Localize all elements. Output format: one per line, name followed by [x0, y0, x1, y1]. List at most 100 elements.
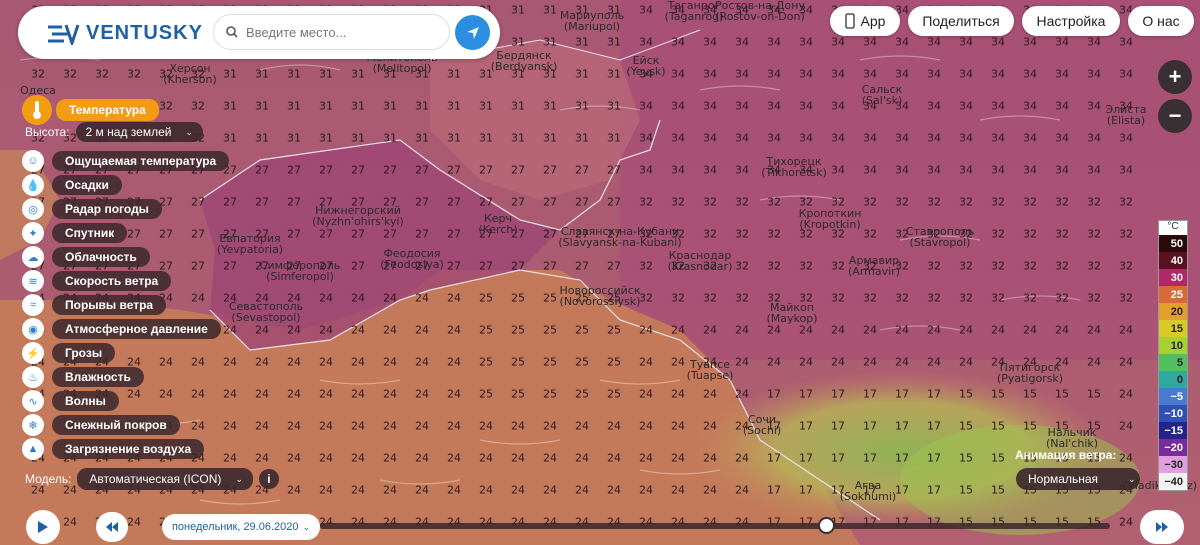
city-label[interactable]: Славянск-на-Кубани (Slavyansk-na-Kubani) [558, 226, 681, 248]
layer-item-label: Ощущаемая температура [52, 151, 230, 171]
city-label[interactable]: Бердянск (Berdyansk) [491, 50, 558, 72]
chevron-down-icon: ⌄ [302, 521, 311, 532]
satellite-icon: ✦ [22, 222, 44, 244]
city-latin-name: (Berdyansk) [490, 60, 558, 73]
settings-button[interactable]: Настройка [1022, 6, 1120, 36]
city-latin-name: (Slavyansk-na-Kubani) [558, 236, 682, 249]
timeline-track[interactable] [320, 523, 1110, 529]
city-latin-name: (Elista) [1106, 114, 1146, 127]
city-label[interactable]: Севастополь (Sevastopol) [229, 301, 303, 323]
step-forward-button[interactable] [1140, 510, 1184, 544]
city-label[interactable]: Туапсе (Tuapse) [687, 359, 734, 381]
timeline-thumb[interactable] [818, 517, 835, 534]
model-select[interactable]: Автоматическая (ICON) ⌄ [77, 468, 253, 490]
about-button-label: О нас [1142, 13, 1180, 29]
city-label[interactable]: Сочи (Sochi) [743, 414, 781, 436]
info-icon[interactable]: i [258, 469, 279, 489]
wind-icon: ≋ [22, 270, 44, 292]
share-button[interactable]: Поделиться [908, 6, 1014, 36]
city-label[interactable]: Кропоткин (Kropotkin) [799, 208, 862, 230]
legend-cell: 15 [1159, 320, 1187, 337]
locate-button[interactable] [455, 15, 490, 50]
legend-cell: 40 [1159, 252, 1187, 269]
city-latin-name: (Yeysk) [626, 65, 666, 78]
layer-item-label: Облачность [52, 247, 150, 267]
city-label[interactable]: Керч (Kerch) [478, 213, 517, 235]
layer-item-10[interactable]: ∿ Волны [22, 390, 119, 412]
height-select[interactable]: 2 м над землей ⌄ [75, 122, 203, 142]
legend-cell: −30 [1159, 456, 1187, 473]
snowflake-icon: ❄ [22, 414, 44, 436]
city-label[interactable]: Ростов-на-Дону (Rostov-on-Don) [715, 0, 805, 22]
layer-item-9[interactable]: ♨ Влажность [22, 366, 144, 388]
search-box[interactable] [213, 14, 450, 50]
date-select[interactable]: понедельник, 29.06.2020 ⌄ [162, 514, 320, 540]
phone-icon [844, 13, 855, 29]
humidity-icon: ♨ [22, 366, 44, 388]
pressure-icon: ◉ [22, 318, 44, 340]
city-label[interactable]: Херсон (Kherson) [163, 63, 217, 85]
city-latin-name: (Kherson) [163, 73, 217, 86]
layer-item-11[interactable]: ❄ Снежный покров [22, 414, 180, 436]
legend-cell: −10 [1159, 405, 1187, 422]
legend-cell: 0 [1159, 371, 1187, 388]
app-button[interactable]: App [830, 6, 900, 36]
zoom-out-button[interactable]: − [1158, 99, 1192, 133]
model-value: Автоматическая (ICON) [89, 472, 222, 486]
layer-item-7[interactable]: ◉ Атмосферное давление [22, 318, 221, 340]
layer-item-0[interactable]: ☺ Ощущаемая температура [22, 150, 230, 172]
wind-gust-icon: ≈ [22, 294, 44, 316]
search-input[interactable] [246, 24, 426, 40]
layer-item-5[interactable]: ≋ Скорость ветра [22, 270, 172, 292]
zoom-in-button[interactable]: + [1158, 60, 1192, 94]
city-label[interactable]: Краснодар (Krasnodar) [668, 250, 733, 272]
logo[interactable]: VENTUSKY [46, 22, 203, 45]
layer-item-6[interactable]: ≈ Порывы ветра [22, 294, 167, 316]
city-label[interactable]: Новороссийск (Novorossiysk) [559, 285, 640, 307]
settings-button-label: Настройка [1036, 13, 1106, 29]
city-label[interactable]: Нижнегорский (Nyzhn'ohirs'kyi) [312, 205, 404, 227]
city-label[interactable]: Симферополь (Simferopol) [260, 260, 340, 282]
city-latin-name: (Maykop) [766, 312, 818, 325]
city-latin-name: (Tuapse) [686, 369, 734, 382]
city-latin-name: (Stavropol) [909, 236, 971, 249]
city-latin-name: (Mariupol) [563, 20, 621, 33]
layer-item-label: Загрязнение воздуха [52, 439, 205, 459]
layer-item-4[interactable]: ☁ Облачность [22, 246, 150, 268]
city-label[interactable]: Мариуполь (Mariupol) [560, 10, 624, 32]
city-label[interactable]: Нальчик (Nal'chik) [1046, 427, 1098, 449]
wind-animation-select[interactable]: Нормальная ⌄ [1016, 468, 1140, 490]
legend-cell: −40 [1159, 473, 1187, 490]
city-latin-name: (Kerch) [478, 223, 518, 236]
city-label[interactable]: Евпатория (Yevpatoria) [217, 233, 283, 255]
city-label[interactable]: Сальск (Sal'sk) [862, 84, 903, 106]
layer-temperature-active[interactable]: Температура [22, 95, 159, 125]
person-icon: ☺ [22, 150, 44, 172]
layer-item-label: Атмосферное давление [52, 319, 221, 339]
city-label[interactable]: Майкоп (Maykop) [766, 302, 817, 324]
layer-item-3[interactable]: ✦ Спутник [22, 222, 128, 244]
city-label[interactable]: Ейск (Yeysk) [626, 55, 665, 77]
height-value: 2 м над землей [85, 125, 172, 139]
temperature-legend: °C 50 40 30 25 20 15 10 5 0 −5 −10 −15 −20 −30 −40 [1158, 220, 1188, 491]
city-label[interactable]: Феодосия (Feodosiya) [380, 248, 444, 270]
city-label[interactable]: Пятигорск (Pyatigorsk) [997, 362, 1063, 384]
weather-map[interactable]: 3232323232323131313131313131313131313134… [0, 0, 1200, 545]
legend-cell: 30 [1159, 269, 1187, 286]
layer-item-2[interactable]: ◎ Радар погоды [22, 198, 162, 220]
play-button[interactable] [26, 510, 60, 544]
city-label[interactable]: Тихорецк (Tikhoretsk) [761, 156, 827, 178]
wave-icon: ∿ [22, 390, 44, 412]
layer-item-12[interactable]: ▲ Загрязнение воздуха [22, 438, 205, 460]
city-label[interactable]: Элиста (Elista) [1105, 104, 1146, 126]
city-label[interactable]: Ставрополь (Stavropol) [906, 226, 974, 248]
play-icon [38, 521, 48, 533]
city-label[interactable]: Агва (Sokhumi) [840, 480, 896, 502]
city-latin-name: (Kropotkin) [799, 218, 861, 231]
about-button[interactable]: О нас [1128, 6, 1194, 36]
layer-item-1[interactable]: 💧 Осадки [22, 174, 122, 196]
layer-item-8[interactable]: ⚡ Грозы [22, 342, 116, 364]
city-latin-name: (Armavir) [848, 265, 900, 278]
step-back-button[interactable] [96, 512, 128, 542]
city-label[interactable]: Армавир (Armavir) [848, 255, 900, 277]
